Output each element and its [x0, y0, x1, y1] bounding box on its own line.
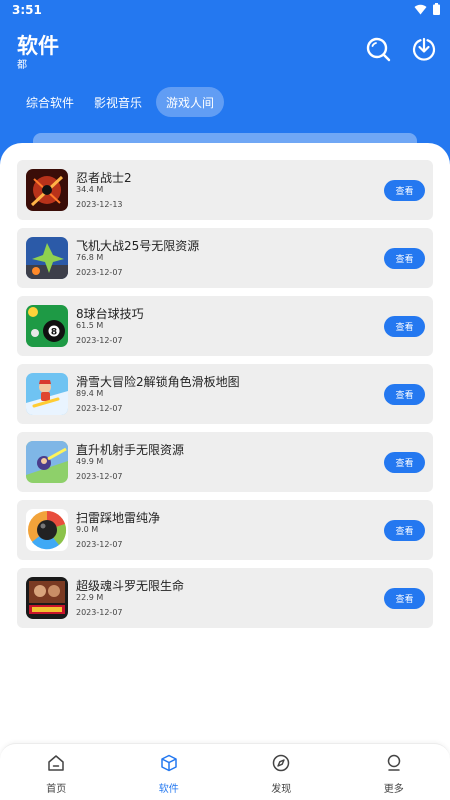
app-size: 34.4 M — [76, 185, 104, 194]
category-tabs: 综合软件 影视音乐 游戏人间 — [20, 87, 232, 117]
content-panel: 忍者战士2 34.4 M 2023-12-13 查看 飞机大战25号无限资源 7… — [0, 143, 450, 743]
page-subtitle: 都 — [17, 60, 27, 71]
nav-more[interactable]: 更多 — [338, 744, 450, 800]
view-button[interactable]: 查看 — [384, 520, 425, 541]
view-button[interactable]: 查看 — [384, 588, 425, 609]
search-button[interactable] — [365, 36, 391, 62]
list-item[interactable]: 8 8球台球技巧 61.5 M 2023-12-07 查看 — [17, 296, 433, 356]
compass-icon — [273, 754, 290, 772]
tab-video-music[interactable]: 影视音乐 — [88, 87, 148, 117]
plane-war-icon — [26, 237, 68, 279]
app-date: 2023-12-07 — [76, 336, 123, 345]
cube-icon — [161, 754, 177, 772]
app-name: 滑雪大冒险2解锁角色滑板地图 — [76, 375, 240, 389]
search-icon — [366, 37, 391, 62]
user-icon — [387, 754, 400, 771]
ninja-warrior-icon — [26, 169, 68, 211]
app-size: 61.5 M — [76, 321, 104, 330]
app-size: 89.4 M — [76, 389, 104, 398]
app-name: 超级魂斗罗无限生命 — [76, 579, 185, 593]
download-button[interactable] — [411, 36, 437, 62]
list-item[interactable]: 忍者战士2 34.4 M 2023-12-13 查看 — [17, 160, 433, 220]
list-item[interactable]: 直升机射手无限资源 49.9 M 2023-12-07 查看 — [17, 432, 433, 492]
nav-discover[interactable]: 发现 — [225, 744, 338, 800]
nav-label: 更多 — [383, 784, 404, 795]
list-item[interactable]: 扫雷踩地雷纯净 9.0 M 2023-12-07 查看 — [17, 500, 433, 560]
app-size: 76.8 M — [76, 253, 104, 262]
app-name: 8球台球技巧 — [76, 307, 144, 321]
tab-games[interactable]: 游戏人间 — [156, 87, 225, 117]
home-icon — [48, 755, 64, 771]
nav-label: 软件 — [158, 784, 179, 795]
tab-general-software[interactable]: 综合软件 — [20, 87, 80, 117]
download-icon — [412, 37, 436, 61]
status-icons — [414, 3, 440, 15]
status-time: 3:51 — [12, 3, 42, 17]
app-date: 2023-12-07 — [76, 540, 123, 549]
app-date: 2023-12-07 — [76, 472, 123, 481]
view-button[interactable]: 查看 — [384, 316, 425, 337]
wifi-icon — [414, 4, 427, 14]
app-name: 飞机大战25号无限资源 — [76, 239, 200, 253]
list-item[interactable]: 滑雪大冒险2解锁角色滑板地图 89.4 M 2023-12-07 查看 — [17, 364, 433, 424]
view-button[interactable]: 查看 — [384, 248, 425, 269]
ski-adventure-icon — [26, 373, 68, 415]
view-button[interactable]: 查看 — [384, 384, 425, 405]
app-name: 直升机射手无限资源 — [76, 443, 185, 457]
app-list: 忍者战士2 34.4 M 2023-12-13 查看 飞机大战25号无限资源 7… — [17, 160, 433, 636]
nav-label: 发现 — [271, 784, 292, 795]
app-name: 扫雷踩地雷纯净 — [76, 511, 161, 525]
app-size: 22.9 M — [76, 593, 104, 602]
nav-software[interactable]: 软件 — [113, 744, 226, 800]
app-date: 2023-12-07 — [76, 268, 123, 277]
app-date: 2023-12-13 — [76, 200, 123, 209]
status-bar: 3:51 — [0, 0, 450, 20]
minesweeper-icon — [26, 509, 68, 551]
app-size: 9.0 M — [76, 525, 99, 534]
view-button[interactable]: 查看 — [384, 452, 425, 473]
helicopter-shooter-icon — [26, 441, 68, 483]
svg-text:8: 8 — [51, 328, 57, 338]
app-name: 忍者战士2 — [76, 171, 132, 185]
list-item[interactable]: 超级魂斗罗无限生命 22.9 M 2023-12-07 查看 — [17, 568, 433, 628]
bottom-nav: 首页 软件 发现 更多 — [0, 743, 450, 800]
app-date: 2023-12-07 — [76, 404, 123, 413]
contra-icon — [26, 577, 68, 619]
app-size: 49.9 M — [76, 457, 104, 466]
nav-label: 首页 — [46, 784, 67, 795]
battery-icon — [433, 3, 440, 15]
view-button[interactable]: 查看 — [384, 180, 425, 201]
billiards-icon: 8 — [26, 305, 68, 347]
app-date: 2023-12-07 — [76, 608, 123, 617]
nav-home[interactable]: 首页 — [0, 744, 113, 800]
list-item[interactable]: 飞机大战25号无限资源 76.8 M 2023-12-07 查看 — [17, 228, 433, 288]
